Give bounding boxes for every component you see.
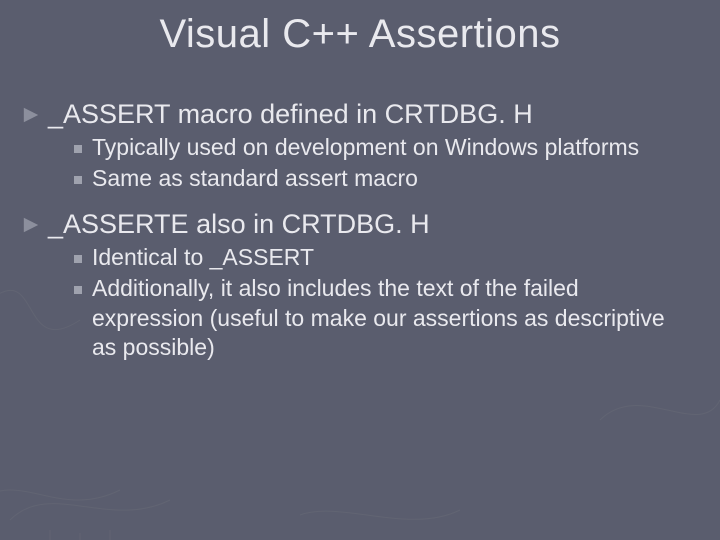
bullet-level1: _ASSERTE also in CRTDBG. H bbox=[22, 208, 692, 241]
bullet-level2: Typically used on development on Windows… bbox=[74, 133, 692, 162]
bullet-level2: Identical to _ASSERT bbox=[74, 243, 692, 272]
triangle-bullet-icon bbox=[22, 106, 40, 124]
subbullet-text: Same as standard assert macro bbox=[92, 164, 418, 193]
subbullet-text: Identical to _ASSERT bbox=[92, 243, 314, 272]
slide-content: _ASSERT macro defined in CRTDBG. H Typic… bbox=[22, 90, 692, 365]
slide: Visual C++ Assertions _ASSERT macro defi… bbox=[0, 0, 720, 540]
bullet-text: _ASSERT macro defined in CRTDBG. H bbox=[48, 98, 533, 131]
subbullet-text: Additionally, it also includes the text … bbox=[92, 274, 692, 362]
square-bullet-icon bbox=[74, 255, 82, 263]
triangle-bullet-icon bbox=[22, 216, 40, 234]
slide-title: Visual C++ Assertions bbox=[0, 12, 720, 57]
bullet-level2: Additionally, it also includes the text … bbox=[74, 274, 692, 362]
square-bullet-icon bbox=[74, 176, 82, 184]
square-bullet-icon bbox=[74, 145, 82, 153]
bullet-level1: _ASSERT macro defined in CRTDBG. H bbox=[22, 98, 692, 131]
subbullet-text: Typically used on development on Windows… bbox=[92, 133, 639, 162]
bullet-level2: Same as standard assert macro bbox=[74, 164, 692, 193]
square-bullet-icon bbox=[74, 286, 82, 294]
bullet-text: _ASSERTE also in CRTDBG. H bbox=[48, 208, 430, 241]
